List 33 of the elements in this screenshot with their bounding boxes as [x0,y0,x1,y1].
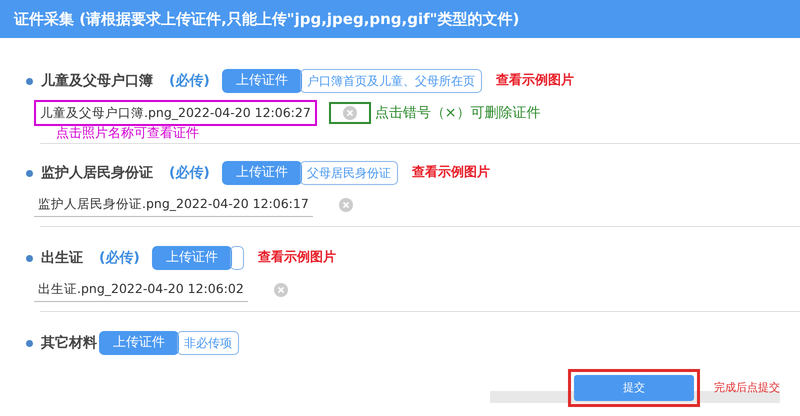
bullet-icon [26,170,33,176]
upload-button[interactable]: 上传证件 [222,69,302,93]
hint-tag [230,246,244,270]
annotation-text: 完成后点提交 [714,380,780,396]
hint-tag: 非必传项 [177,331,239,355]
example-link[interactable]: 查看示例图片 [496,71,574,91]
file-link[interactable]: 出生证.png_2022-04-20 12:06:02 [34,278,248,302]
upload-button[interactable]: 上传证件 [99,331,179,355]
example-link[interactable]: 查看示例图片 [412,163,490,183]
hint-tag: 户口簿首页及儿童、父母所在页 [300,69,482,93]
delete-icon[interactable] [338,198,353,212]
annotation-text: 点击照片名称可查看证件 [56,126,200,142]
bullet-icon [26,254,33,262]
submit-button[interactable]: 提交 [574,375,694,401]
annotation-text: 点击错号（×）可删除证件 [374,104,541,122]
file-link[interactable]: 儿童及父母户口簿.png_2022-04-20 12:06:27 [34,100,317,126]
required-label: (必传) [169,164,210,182]
section-title: 其它材料 [41,334,97,352]
bullet-icon [26,340,33,346]
hint-tag: 父母居民身份证 [300,161,398,185]
upload-button[interactable]: 上传证件 [152,246,232,270]
upload-button[interactable]: 上传证件 [222,161,302,185]
bullet-icon [26,78,33,84]
required-label: (必传) [99,248,140,268]
file-link[interactable]: 监护人居民身份证.png_2022-04-20 12:06:17 [34,193,313,217]
required-label: (必传) [169,72,210,90]
section-title: 监护人居民身份证 [41,164,153,182]
section-title: 出生证 [41,248,83,268]
delete-icon[interactable] [274,283,288,297]
section-title: 儿童及父母户口簿 [41,72,153,90]
example-link[interactable]: 查看示例图片 [258,248,336,268]
header-title: 证件采集 (请根据要求上传证件,只能上传"jpg,jpeg,png,gif"类型的文件) [14,8,520,30]
delete-icon[interactable] [342,106,357,120]
